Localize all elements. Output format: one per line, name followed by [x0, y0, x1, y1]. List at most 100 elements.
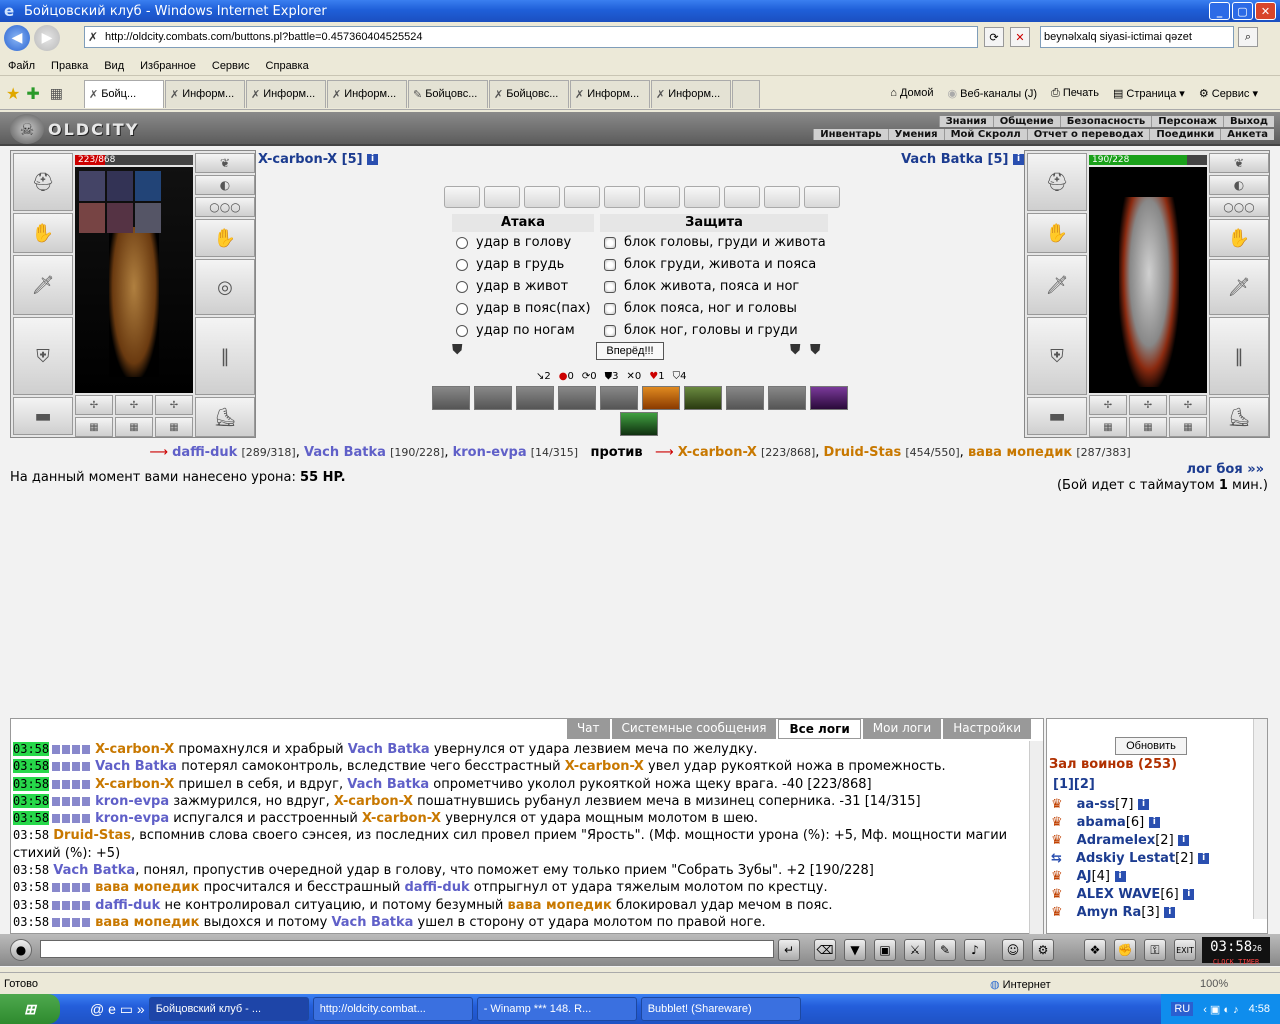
save-icon[interactable]: ▣: [874, 939, 896, 961]
leggings-icon[interactable]: ‖: [195, 317, 255, 395]
rings-icon[interactable]: ○○○: [1209, 197, 1269, 217]
scroll-slot-icon[interactable]: [524, 186, 560, 208]
chat-player-name[interactable]: X-carbon-X: [565, 759, 644, 774]
chat-player-name[interactable]: X-carbon-X: [95, 777, 174, 792]
knife-icon[interactable]: 🗡: [13, 255, 73, 315]
team2-member[interactable]: X-carbon-X: [678, 445, 757, 460]
quick-tabs-icon[interactable]: ▦: [50, 85, 63, 102]
lock-icon[interactable]: ⚿: [1144, 939, 1166, 961]
skill-icon[interactable]: [432, 386, 470, 410]
scroll-slot-icon[interactable]: [684, 186, 720, 208]
helmet-icon[interactable]: ⛑: [13, 153, 73, 211]
tab-all-logs[interactable]: Все логи: [778, 719, 861, 739]
ring-slot-icon[interactable]: ✢: [155, 395, 193, 415]
close-button[interactable]: ✕: [1255, 2, 1276, 20]
maximize-button[interactable]: ▢: [1232, 2, 1253, 20]
amulet-icon[interactable]: ❦: [1209, 153, 1269, 173]
skill-fury-icon[interactable]: [642, 386, 680, 410]
chat-player-name[interactable]: X-carbon-X: [95, 742, 174, 757]
chat-mode-icon[interactable]: ●: [10, 939, 32, 961]
tab-4[interactable]: ✗ Информ...: [326, 79, 407, 108]
tab-1[interactable]: ✗ Бойц...: [83, 79, 164, 108]
back-button[interactable]: ◀: [4, 25, 30, 51]
effect-icon[interactable]: [135, 203, 161, 233]
armor-icon[interactable]: ⛨: [13, 317, 73, 395]
gloves-icon[interactable]: ✋: [195, 219, 255, 257]
task-item[interactable]: Бойцовский клуб - ...: [148, 997, 309, 1021]
block-option-1[interactable]: блок головы, груди и живота: [604, 233, 826, 253]
chat-player-name[interactable]: вава мопедик: [95, 880, 199, 895]
zoom-level[interactable]: 100%: [1200, 978, 1228, 990]
refresh-button[interactable]: Обновить: [1115, 737, 1187, 755]
ring-slot-icon[interactable]: ✢: [75, 395, 113, 415]
effect-icon[interactable]: [79, 171, 105, 201]
earrings-icon[interactable]: ◐: [195, 175, 255, 195]
warrior-item[interactable]: ♛ Adramelex[2] i: [1051, 833, 1190, 848]
nav-skills[interactable]: Умения: [887, 129, 944, 140]
battle-log-link[interactable]: лог боя »»: [1187, 462, 1264, 477]
search-icon[interactable]: ⌕: [1238, 27, 1258, 47]
chat-player-name[interactable]: Druid-Stas: [53, 828, 131, 843]
bracers-icon[interactable]: ✋: [1027, 213, 1087, 253]
warrior-item[interactable]: ♛ Amyn Ra[3] i: [1051, 905, 1176, 920]
tab-chat[interactable]: Чат: [566, 719, 610, 739]
chat-player-name[interactable]: Vach Batka: [348, 742, 430, 757]
filter-icon[interactable]: ▼: [844, 939, 866, 961]
music-icon[interactable]: ♪: [964, 939, 986, 961]
tools-menu-button[interactable]: ⚙ Сервис ▾: [1199, 87, 1258, 100]
warrior-item[interactable]: ♛ AJ[4] i: [1051, 869, 1126, 884]
nav-profile[interactable]: Анкета: [1220, 129, 1274, 140]
language-indicator[interactable]: RU: [1171, 1002, 1194, 1016]
tab-my-logs[interactable]: Мои логи: [862, 719, 942, 739]
info-icon[interactable]: i: [367, 154, 379, 165]
chat-player-name[interactable]: daffi-duk: [95, 898, 160, 913]
weapon-icon[interactable]: 🗡: [1209, 259, 1269, 315]
task-item[interactable]: http://oldcity.combat...: [312, 997, 473, 1021]
team2-member[interactable]: вава мопедик: [968, 445, 1072, 460]
task-item[interactable]: Bubblet! (Shareware): [640, 997, 801, 1021]
leggings-icon[interactable]: ‖: [1209, 317, 1269, 395]
rings-icon[interactable]: ○○○: [195, 197, 255, 217]
block-option-2[interactable]: блок груди, живота и пояса: [604, 255, 816, 275]
skill-shield-icon[interactable]: [684, 386, 722, 410]
nav-communication[interactable]: Общение: [992, 116, 1060, 127]
fighter-icon[interactable]: ⚔: [904, 939, 926, 961]
tab-system[interactable]: Системные сообщения: [611, 719, 777, 739]
print-button[interactable]: ⎙ Печать: [1051, 87, 1099, 100]
skill-heal-icon[interactable]: [620, 412, 658, 436]
helmet-icon[interactable]: ⛑: [1027, 153, 1087, 211]
team1-member[interactable]: kron-evpa: [453, 445, 527, 460]
shield-x-icon[interactable]: ⛊: [452, 342, 468, 360]
warrior-item[interactable]: ♛ abama[6] i: [1051, 815, 1160, 830]
nav-inventory[interactable]: Инвентарь: [813, 129, 888, 140]
scroll-slot-icon[interactable]: [724, 186, 760, 208]
tab-3[interactable]: ✗ Информ...: [245, 79, 326, 108]
bag-icon[interactable]: ❖: [1084, 939, 1106, 961]
boots-icon[interactable]: ⛸: [195, 397, 255, 437]
ring-slot-icon[interactable]: ✢: [1089, 395, 1127, 415]
refresh-icon[interactable]: ⟳: [984, 27, 1004, 47]
scroll-slot-icon[interactable]: [484, 186, 520, 208]
send-icon[interactable]: ↵: [778, 939, 800, 961]
scroll-slot-icon[interactable]: [444, 186, 480, 208]
tab-7[interactable]: ✗ Информ...: [569, 79, 650, 108]
search-input[interactable]: beynəlxalq siyasi-ictimai qəzet: [1040, 26, 1234, 48]
right-fighter-name[interactable]: Vach Batka [5] i: [901, 152, 1024, 167]
fight-icon[interactable]: ✊: [1114, 939, 1136, 961]
quicklaunch-icon[interactable]: @ e ▭ »: [90, 1001, 145, 1018]
chat-player-name[interactable]: вава мопедик: [508, 898, 612, 913]
chat-player-name[interactable]: вава мопедик: [95, 915, 199, 930]
stop-icon[interactable]: ✕: [1010, 27, 1030, 47]
skill-icon[interactable]: [600, 386, 638, 410]
chat-player-name[interactable]: daffi-duk: [404, 880, 469, 895]
armor-icon[interactable]: ⛨: [1027, 317, 1087, 395]
chat-player-name[interactable]: Vach Batka: [331, 915, 413, 930]
tab-settings[interactable]: Настройки: [943, 719, 1031, 739]
task-item[interactable]: - Winamp *** 148. R...: [476, 997, 637, 1021]
effect-icon[interactable]: [135, 171, 161, 201]
chat-player-name[interactable]: X-carbon-X: [334, 794, 413, 809]
shield-auto-icon[interactable]: ⛊: [810, 342, 826, 360]
tab-2[interactable]: ✗ Информ...: [164, 79, 245, 108]
warrior-item[interactable]: ♛ aa-ss[7] i: [1051, 797, 1150, 812]
team1-member[interactable]: daffi-duk: [172, 445, 237, 460]
